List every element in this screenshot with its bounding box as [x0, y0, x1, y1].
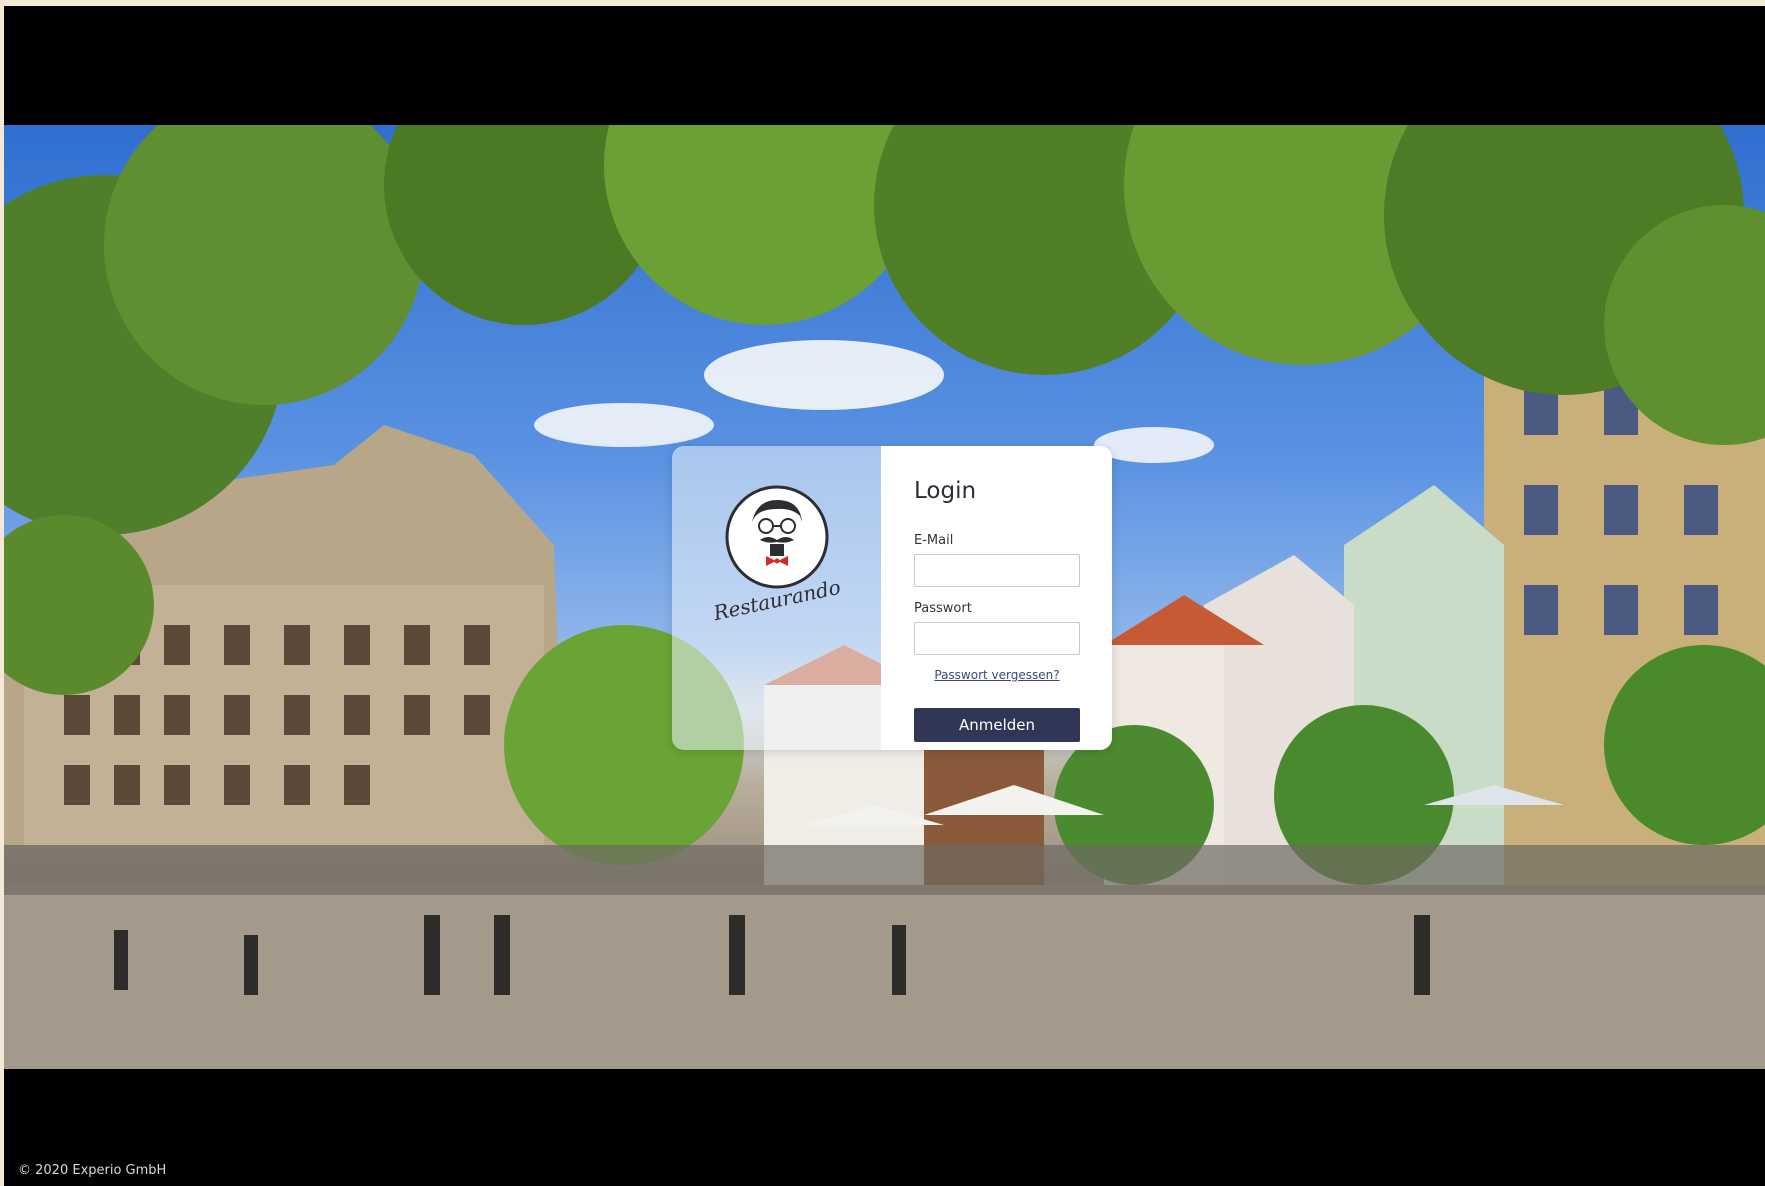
password-label: Passwort	[914, 601, 972, 616]
mustache-man-logo-icon: Restaurando	[712, 485, 842, 622]
login-button[interactable]: Anmelden	[914, 708, 1080, 742]
login-form: Login E-Mail Passwort Passwort vergessen…	[881, 446, 1112, 750]
copyright-footer: © 2020 Experio GmbH	[18, 1163, 167, 1178]
login-title: Login	[914, 478, 977, 504]
forgot-password-link[interactable]: Passwort vergessen?	[914, 668, 1080, 682]
email-label: E-Mail	[914, 533, 954, 548]
password-field[interactable]	[914, 622, 1080, 655]
logo-panel: Restaurando	[672, 446, 881, 750]
app-frame: Restaurando Login E-Mail Passwort Passwo…	[4, 6, 1765, 1186]
login-card: Restaurando Login E-Mail Passwort Passwo…	[672, 446, 1112, 750]
email-field[interactable]	[914, 554, 1080, 587]
